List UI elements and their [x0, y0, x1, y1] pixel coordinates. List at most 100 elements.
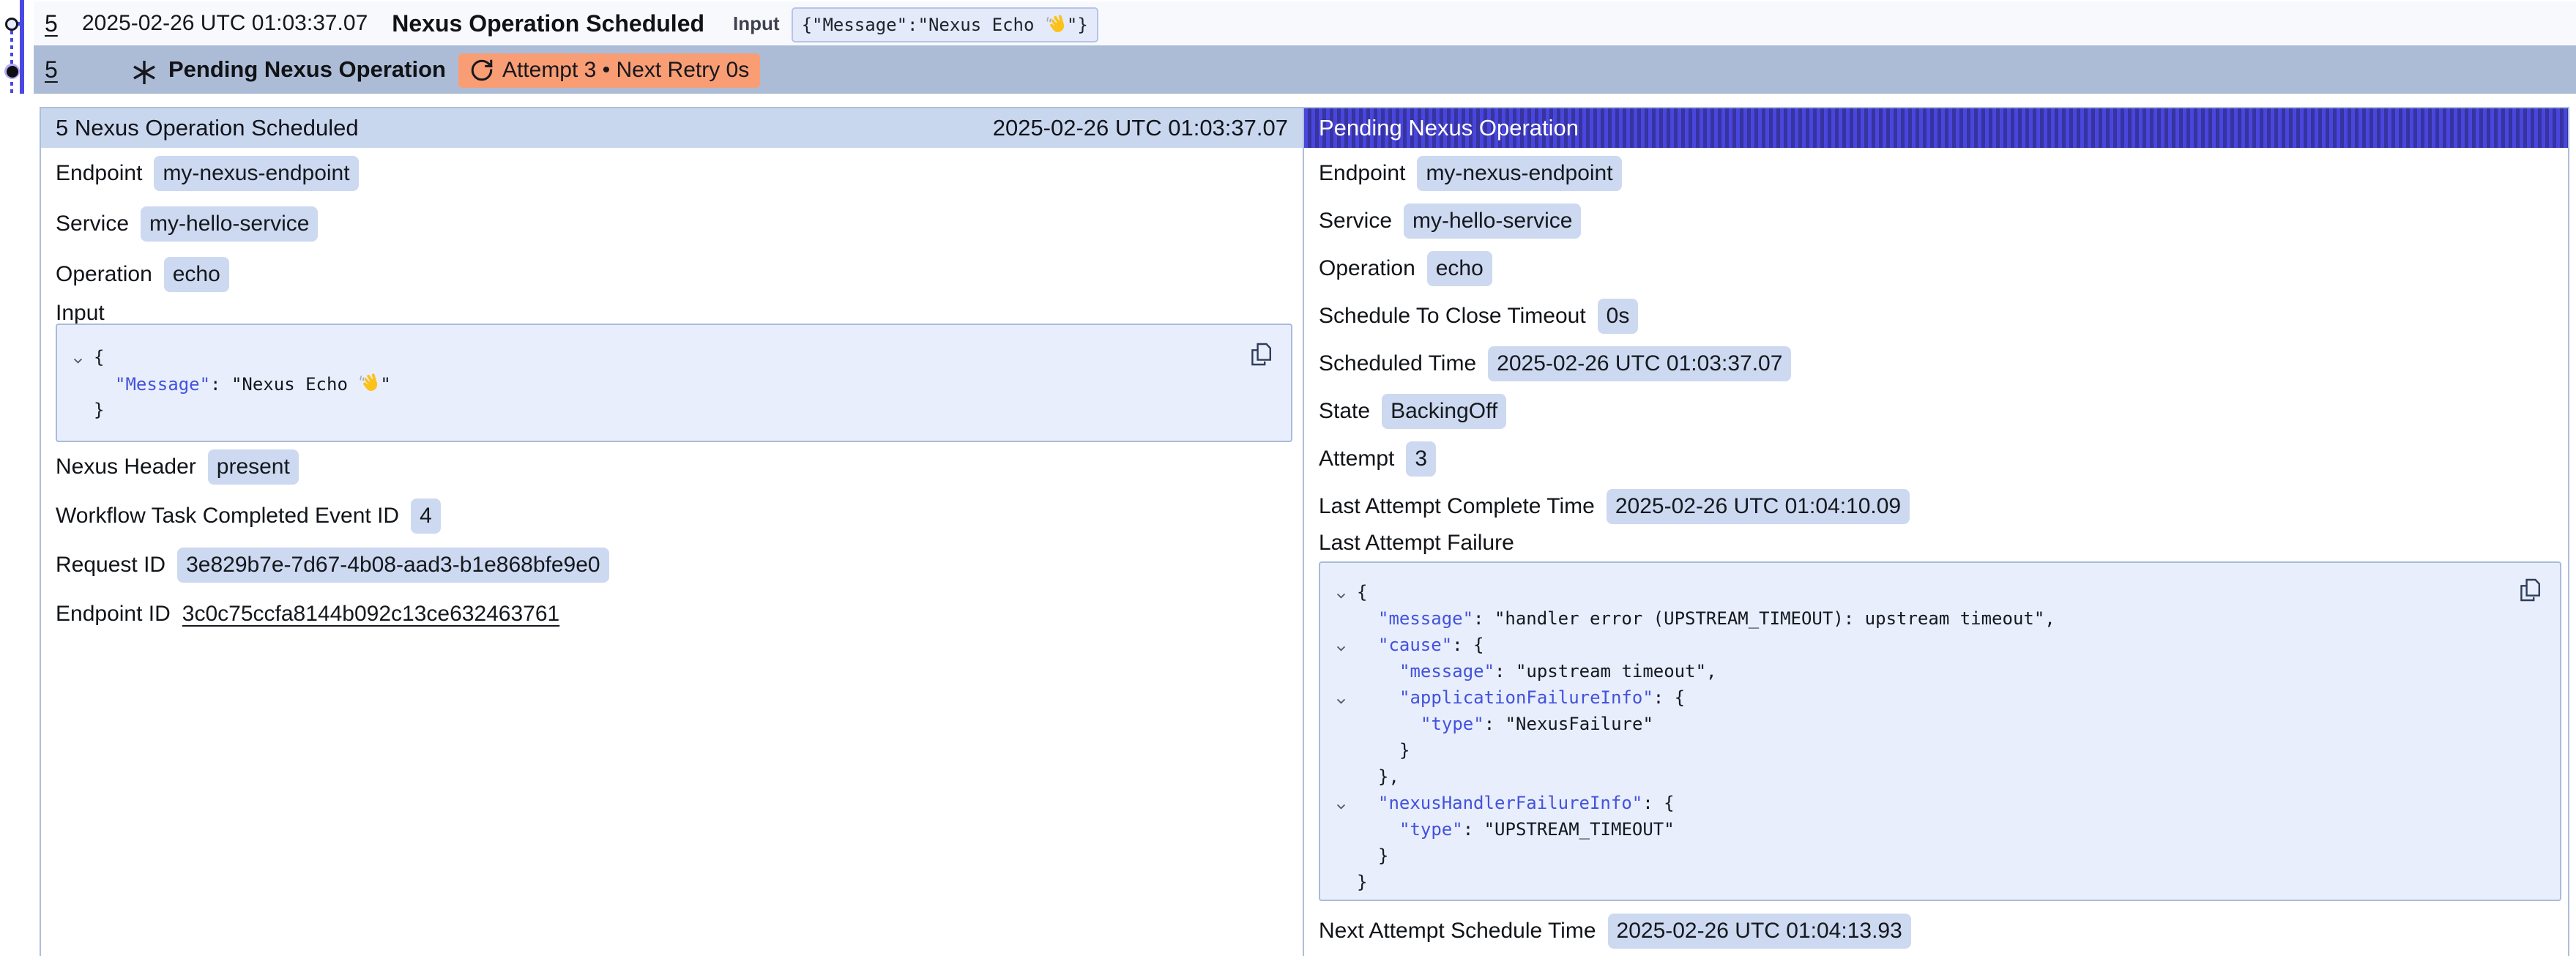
json-line: } — [72, 397, 1272, 423]
detail-row-request-id: Request ID 3e829b7e-7d67-4b08-aad3-b1e86… — [56, 540, 1292, 589]
value-chip: my-hello-service — [141, 206, 318, 242]
pending-row-last-attempt-complete-time: Last Attempt Complete Time 2025-02-26 UT… — [1319, 482, 2561, 530]
detail-label: Endpoint ID — [56, 602, 171, 627]
copy-icon[interactable] — [2520, 578, 2541, 602]
waving-hand-emoji — [1045, 14, 1067, 36]
detail-row-endpoint-id: Endpoint ID 3c0c75ccfa8144b092c13ce63246… — [56, 589, 1292, 638]
value-chip: echo — [164, 257, 229, 292]
timeline-node-scheduled-icon — [5, 18, 18, 31]
pending-event-id-link[interactable]: 5 — [45, 56, 71, 83]
event-details-header-title: 5 Nexus Operation Scheduled — [56, 115, 359, 141]
retry-badge-text: Attempt 3 • Next Retry 0s — [502, 58, 749, 83]
collapse-chevron-icon[interactable] — [72, 348, 94, 367]
event-row-nexus-operation-scheduled[interactable]: 5 2025-02-26 UTC 01:03:37.07 Nexus Opera… — [34, 1, 2576, 45]
json-line: } — [1335, 737, 2541, 763]
value-chip: 2025-02-26 UTC 01:04:10.09 — [1607, 489, 1910, 524]
json-line: "cause": { — [1335, 632, 2541, 658]
pending-row-endpoint: Endpoint my-nexus-endpoint — [1319, 149, 2561, 197]
detail-label: Scheduled Time — [1319, 351, 1476, 376]
json-lines: {"message": "handler error (UPSTREAM_TIM… — [1335, 579, 2541, 895]
value-chip: 4 — [411, 498, 441, 534]
detail-label: Next Attempt Schedule Time — [1319, 919, 1596, 944]
event-history-page: 5 2025-02-26 UTC 01:03:37.07 Nexus Opera… — [0, 0, 2576, 956]
detail-label: Operation — [1319, 256, 1415, 281]
json-line: } — [1335, 869, 2541, 895]
detail-label: Endpoint — [1319, 161, 1405, 186]
pending-title: Pending Nexus Operation — [168, 56, 446, 83]
pending-nexus-operation-row[interactable]: 5 Pending Nexus Operation Attempt 3 • Ne… — [34, 45, 2576, 94]
value-chip: 2025-02-26 UTC 01:03:37.07 — [1488, 346, 1791, 381]
copy-icon[interactable] — [1251, 342, 1272, 367]
waving-hand-emoji — [358, 373, 380, 395]
pending-row-operation: Operation echo — [1319, 244, 2561, 292]
detail-panels: 5 Nexus Operation Scheduled 2025-02-26 U… — [40, 107, 2569, 956]
pending-operation-header: Pending Nexus Operation — [1304, 108, 2568, 148]
event-details-panel: 5 Nexus Operation Scheduled 2025-02-26 U… — [40, 107, 1304, 956]
json-line: { — [72, 344, 1272, 370]
input-block-label: Input — [56, 301, 1292, 325]
detail-label: Service — [56, 212, 129, 236]
input-json-block: {"Message": "Nexus Echo "} — [56, 324, 1292, 442]
json-line: "type": "UPSTREAM_TIMEOUT" — [1335, 816, 2541, 843]
retry-badge: Attempt 3 • Next Retry 0s — [458, 53, 760, 88]
value-chip: 3 — [1406, 441, 1436, 477]
pending-row-service: Service my-hello-service — [1319, 197, 2561, 244]
detail-label: Nexus Header — [56, 455, 196, 479]
collapse-chevron-icon[interactable] — [1335, 583, 1357, 602]
detail-row-operation: Operation echo — [56, 249, 1292, 299]
json-line: "Message": "Nexus Echo " — [72, 370, 1272, 397]
event-title: Nexus Operation Scheduled — [392, 10, 704, 37]
collapse-chevron-icon[interactable] — [1335, 635, 1357, 654]
collapse-chevron-icon[interactable] — [1335, 793, 1357, 813]
value-chip: echo — [1427, 251, 1492, 286]
detail-label: Workflow Task Completed Event ID — [56, 504, 399, 529]
json-line: "type": "NexusFailure" — [1335, 711, 2541, 737]
detail-label: Operation — [56, 262, 152, 287]
detail-label: Last Attempt Complete Time — [1319, 494, 1595, 519]
asterisk-icon — [133, 60, 156, 85]
event-input-label: Input — [733, 12, 780, 35]
json-line: { — [1335, 579, 2541, 605]
failure-json-block: {"message": "handler error (UPSTREAM_TIM… — [1319, 561, 2561, 901]
detail-label: Service — [1319, 209, 1392, 234]
json-line: "message": "upstream timeout", — [1335, 658, 2541, 684]
detail-row-service: Service my-hello-service — [56, 198, 1292, 249]
value-chip: my-nexus-endpoint — [154, 156, 358, 191]
detail-row-endpoint: Endpoint my-nexus-endpoint — [56, 148, 1292, 198]
pending-operation-body: Endpoint my-nexus-endpoint Service my-he… — [1304, 148, 2568, 955]
value-chip: 0s — [1598, 299, 1639, 334]
event-details-header: 5 Nexus Operation Scheduled 2025-02-26 U… — [41, 108, 1303, 148]
pending-row-state: State BackingOff — [1319, 387, 2561, 435]
pending-row-next-attempt-schedule-time: Next Attempt Schedule Time 2025-02-26 UT… — [1319, 907, 2561, 955]
collapse-chevron-icon[interactable] — [1335, 688, 1357, 707]
value-chip: 3e829b7e-7d67-4b08-aad3-b1e868bfe9e0 — [177, 548, 609, 583]
event-details-header-timestamp: 2025-02-26 UTC 01:03:37.07 — [993, 115, 1288, 141]
timeline-node-pending-icon — [4, 64, 20, 79]
event-input-preview: {"Message":"Nexus Echo "} — [792, 7, 1098, 42]
detail-row-workflow-task-completed-event-id: Workflow Task Completed Event ID 4 — [56, 491, 1292, 540]
detail-row-nexus-header: Nexus Header present — [56, 442, 1292, 491]
pending-row-schedule-to-close-timeout: Schedule To Close Timeout 0s — [1319, 292, 2561, 340]
endpoint-id-link[interactable]: 3c0c75ccfa8144b092c13ce632463761 — [182, 602, 559, 627]
pending-row-attempt: Attempt 3 — [1319, 435, 2561, 482]
json-line: "applicationFailureInfo": { — [1335, 684, 2541, 711]
json-line: }, — [1335, 763, 2541, 790]
value-chip: BackingOff — [1382, 394, 1506, 429]
retry-icon — [469, 58, 494, 83]
timeline-active-bar — [20, 0, 24, 94]
detail-label: Attempt — [1319, 447, 1394, 471]
detail-label: State — [1319, 399, 1370, 424]
json-lines: {"Message": "Nexus Echo "} — [72, 344, 1272, 423]
detail-label: Endpoint — [56, 161, 142, 186]
json-line: "nexusHandlerFailureInfo": { — [1335, 790, 2541, 816]
timeline-dotted-line — [10, 31, 13, 94]
event-id-link[interactable]: 5 — [45, 10, 71, 37]
event-timestamp: 2025-02-26 UTC 01:03:37.07 — [82, 11, 368, 36]
json-line: } — [1335, 843, 2541, 869]
value-chip: 2025-02-26 UTC 01:04:13.93 — [1608, 914, 1911, 949]
pending-row-scheduled-time: Scheduled Time 2025-02-26 UTC 01:03:37.0… — [1319, 340, 2561, 387]
pending-operation-panel: Pending Nexus Operation Endpoint my-nexu… — [1304, 107, 2569, 956]
value-chip: my-nexus-endpoint — [1417, 156, 1621, 191]
detail-label: Request ID — [56, 553, 165, 578]
pending-operation-header-title: Pending Nexus Operation — [1319, 115, 1579, 141]
